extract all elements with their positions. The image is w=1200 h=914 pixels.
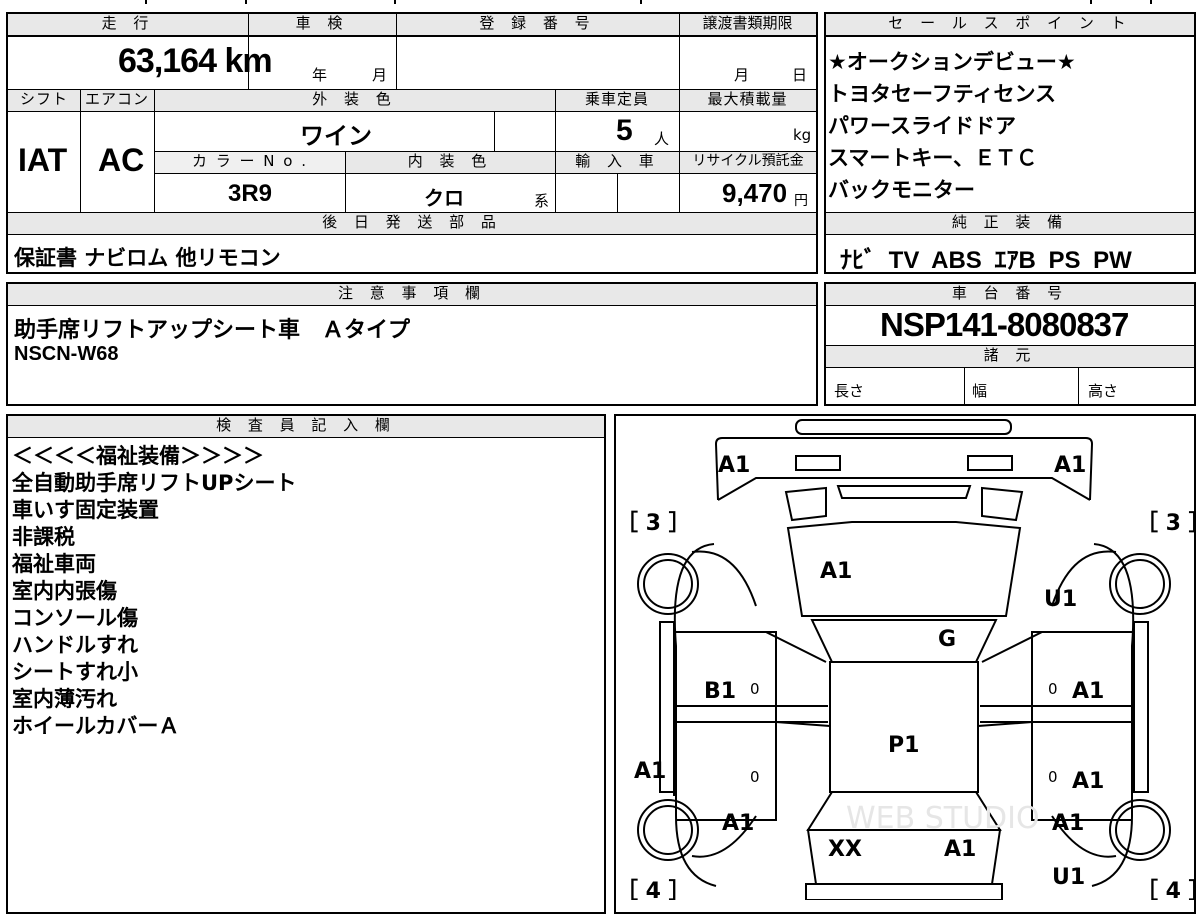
- aircon-value: AC: [98, 142, 145, 178]
- sales-points-list: ★オークションデビュー★ トヨタセーフティセンス パワースライドドア スマートキ…: [828, 46, 1076, 206]
- interior-color-value: クロ: [424, 186, 464, 210]
- aircon-header: エアコン: [80, 90, 154, 112]
- label-door-rr: A1: [1072, 769, 1104, 794]
- max-load-unit: kg: [793, 126, 812, 144]
- chassis-header: 車 台 番 号: [826, 284, 1194, 306]
- label-zero: 0: [750, 768, 760, 786]
- later-parts-value: 保証書 ナビロム 他リモコン: [14, 246, 281, 270]
- inspector-line: 非課税: [12, 525, 75, 549]
- deadline-day-unit: 日: [792, 66, 808, 84]
- inspector-line: 室内内張傷: [12, 579, 117, 603]
- sales-point-item: スマートキー、ＥＴＣ: [828, 146, 1038, 170]
- capacity-value: 5: [616, 114, 633, 147]
- deadline-month-unit: 月: [734, 66, 750, 84]
- sales-point-item: トヨタセーフティセンス: [828, 82, 1057, 106]
- label-hood: A1: [820, 559, 852, 584]
- label-zero: 0: [1048, 768, 1058, 786]
- spec-width-label: 幅: [972, 382, 988, 400]
- chassis-number: NSP141-8080837: [880, 306, 1129, 343]
- label-zero: 0: [1048, 680, 1058, 698]
- registration-header: 登 録 番 号: [396, 14, 679, 36]
- shift-header: シフト: [8, 90, 80, 112]
- equipment-value: ﾅﾋﾞ TV ABS ｴｱB PS PW: [840, 247, 1132, 274]
- label-door-fl: B1: [704, 679, 736, 704]
- max-load-header: 最大積載量: [679, 90, 816, 112]
- inspector-line: シートすれ小: [12, 660, 138, 684]
- label-tire-rr: ［ 4 ］: [1136, 878, 1194, 900]
- inspector-line: 福祉車両: [12, 552, 96, 576]
- exterior-color-header: 外 装 色: [154, 90, 555, 112]
- inspector-line: 全自動助手席リフトUPシート: [12, 471, 297, 495]
- color-no-value: 3R9: [228, 180, 273, 207]
- color-no-header: カ ラ ー N o .: [155, 152, 345, 174]
- import-header: 輸 入 車: [556, 152, 679, 174]
- exterior-color-value: ワイン: [300, 122, 372, 150]
- label-tire-rl: ［ 4 ］: [616, 878, 691, 900]
- inspector-header: 検 査 員 記 入 欄: [8, 416, 604, 438]
- capacity-header: 乗車定員: [555, 90, 679, 112]
- label-trunk: A1: [944, 837, 976, 862]
- later-parts-header: 後 日 発 送 部 品: [8, 213, 816, 235]
- shaken-header: 車 検: [248, 14, 396, 36]
- watermark: WEB STUDIO: [846, 801, 1040, 836]
- label-fender-fr: U1: [1044, 587, 1077, 612]
- label-zero: 0: [750, 680, 760, 698]
- specs-header: 諸 元: [826, 346, 1194, 368]
- interior-color-suffix: 系: [534, 192, 550, 210]
- label-front-right: A1: [1054, 453, 1086, 478]
- inspector-line: ホイールカバーＡ: [12, 714, 180, 738]
- shift-value: IAT: [18, 142, 68, 178]
- spec-height-label: 高さ: [1088, 382, 1119, 400]
- inspector-line: コンソール傷: [12, 606, 138, 630]
- label-rear-glass: XX: [828, 837, 862, 862]
- recycle-fee-value: 9,470: [722, 178, 788, 208]
- capacity-unit: 人: [654, 130, 670, 148]
- mileage-header: 走 行: [8, 14, 248, 36]
- label-door-fr: A1: [1072, 679, 1104, 704]
- label-windshield: G: [938, 627, 956, 652]
- inspector-line: 室内薄汚れ: [12, 687, 117, 711]
- spec-length-label: 長さ: [834, 382, 865, 400]
- label-qtr-l: A1: [722, 811, 754, 836]
- label-roof: P1: [888, 733, 919, 758]
- sales-points-header: セ ー ル ス ポ イ ン ト: [826, 14, 1194, 36]
- mileage-value: 63,164 km: [118, 42, 273, 80]
- interior-color-header: 内 装 色: [345, 152, 555, 174]
- notes-line-1: 助手席リフトアップシート車 Ａタイプ: [14, 318, 411, 343]
- shaken-month-unit: 月: [372, 66, 388, 84]
- recycle-fee-unit: 円: [794, 193, 808, 209]
- notes-line-2: NSCN-W68: [14, 343, 119, 365]
- recycle-fee-header: リサイクル預託金: [680, 152, 816, 174]
- car-diagram: A1 A1 ［ 3 ］ ［ 3 ］ A1 U1 G B1 A1 P1 A1 A1…: [616, 419, 1194, 900]
- inspector-notes: ＜＜＜＜福祉装備＞＞＞＞ 全自動助手席リフトUPシート 車いす固定装置 非課税 …: [12, 440, 297, 738]
- notes-header: 注 意 事 項 欄: [8, 284, 816, 306]
- sales-point-item: バックモニター: [828, 178, 975, 202]
- label-tire-fr: ［ 3 ］: [1136, 510, 1194, 536]
- label-front-left: A1: [718, 453, 750, 478]
- sales-point-item: パワースライドドア: [828, 114, 1016, 138]
- label-qtr-r: A1: [1052, 811, 1084, 836]
- shaken-year-unit: 年: [312, 66, 328, 84]
- label-rocker-l: A1: [634, 759, 666, 784]
- inspector-line: ハンドルすれ: [12, 633, 138, 657]
- label-tire-fl: ［ 3 ］: [616, 510, 691, 536]
- sales-point-item: ★オークションデビュー★: [828, 50, 1076, 74]
- transfer-deadline-header: 譲渡書類期限: [679, 14, 816, 36]
- inspector-line: ＜＜＜＜福祉装備＞＞＞＞: [12, 444, 264, 468]
- inspector-line: 車いす固定装置: [12, 498, 159, 522]
- equipment-header: 純 正 装 備: [826, 213, 1194, 235]
- label-rear-r: U1: [1052, 865, 1085, 890]
